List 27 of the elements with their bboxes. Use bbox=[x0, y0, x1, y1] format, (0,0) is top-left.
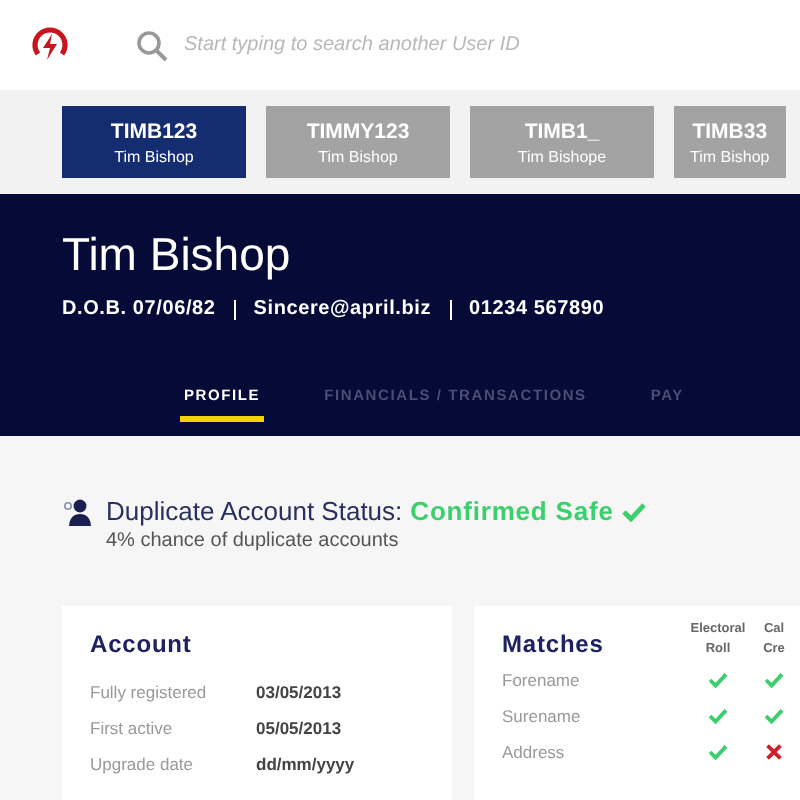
user-icon bbox=[62, 497, 94, 525]
user-tab[interactable]: TIMB123 Tim Bishop bbox=[62, 106, 246, 178]
card-title: Matches bbox=[502, 630, 606, 658]
card-title: Account bbox=[90, 630, 194, 658]
duplicate-status: Confirmed Safe bbox=[410, 496, 614, 526]
search-field[interactable]: Start typing to search another User ID bbox=[184, 34, 704, 56]
profile-name: Tim Bishop bbox=[62, 228, 293, 280]
field-label: Fully registered bbox=[90, 682, 209, 702]
field-value: 03/05/2013 bbox=[256, 682, 342, 702]
user-tab[interactable]: TIMB33 Tim Bishop bbox=[674, 106, 786, 178]
profile-detail: 01234 567890 bbox=[469, 298, 605, 320]
match-label: Surename bbox=[502, 706, 583, 726]
field-label: First active bbox=[90, 718, 175, 738]
profile-detail: Sincere@april.biz bbox=[253, 298, 432, 320]
user-tab[interactable]: TIMB1_ Tim Bishope bbox=[470, 106, 654, 178]
field-value: 05/05/2013 bbox=[256, 718, 342, 738]
duplicate-note: 4% chance of duplicate accounts bbox=[106, 530, 401, 552]
lightning-logo-icon[interactable] bbox=[30, 25, 70, 65]
match-label: Address bbox=[502, 742, 567, 762]
match-label: Forename bbox=[502, 670, 582, 690]
user-tab[interactable]: TIMMY123 Tim Bishop bbox=[266, 106, 450, 178]
field-label: Upgrade date bbox=[90, 754, 196, 774]
search-icon bbox=[136, 29, 168, 61]
profile-detail: D.O.B. 07/06/82 bbox=[62, 298, 216, 320]
check-icon bbox=[621, 501, 646, 521]
field-value: dd/mm/yyyy bbox=[256, 754, 355, 774]
duplicate-status-label: Duplicate Account Status: bbox=[106, 496, 403, 526]
